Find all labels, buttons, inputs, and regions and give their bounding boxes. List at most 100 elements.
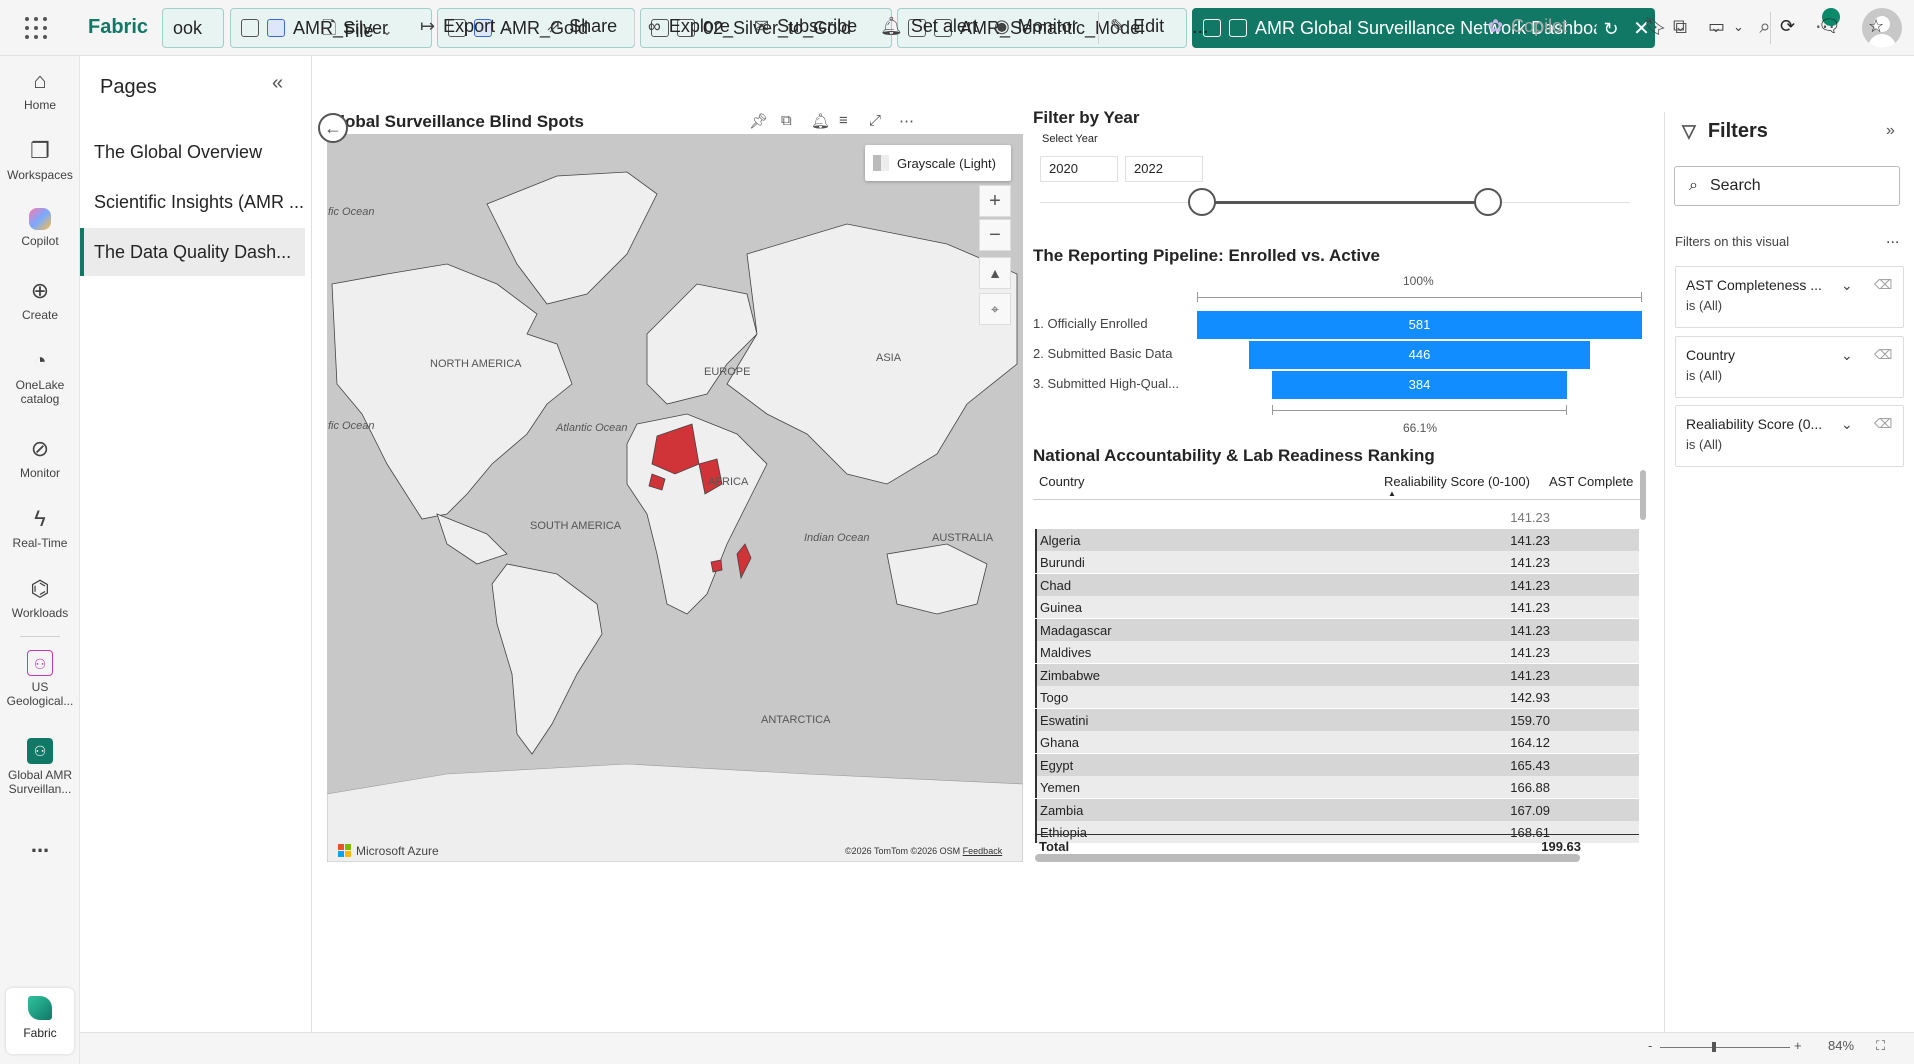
monitor-button[interactable]: ◉ Monitor <box>994 16 1078 37</box>
rail-workspaces[interactable]: ❐ Workspaces <box>0 138 80 182</box>
view-button[interactable]: ▭ ⌄ <box>1708 16 1744 37</box>
column-header-score[interactable]: Realiability Score (0-100) <box>1384 474 1530 489</box>
rail-create[interactable]: ⊕ Create <box>0 278 80 322</box>
tilt-button[interactable]: ▲ <box>979 257 1011 289</box>
rail-more[interactable]: ... <box>0 832 80 858</box>
copilot-button[interactable]: ✿ Copilot <box>1488 16 1567 37</box>
comment-icon[interactable]: 🗨︎ <box>1818 16 1841 37</box>
filters-more-icon[interactable]: ... <box>1886 230 1899 248</box>
rail-onelake[interactable]: ◔ OneLake catalog <box>0 348 80 406</box>
funnel-bar[interactable]: 384 <box>1272 371 1567 399</box>
edit-label: Edit <box>1133 16 1165 36</box>
table-row[interactable]: Zimbabwe 141.23 <box>1035 663 1639 686</box>
horizontal-scrollbar[interactable] <box>1035 854 1580 862</box>
tab-dashboard[interactable]: AMR Global Surveillance Network Dashboar… <box>1192 8 1655 48</box>
funnel-bar[interactable]: 446 <box>1248 341 1591 369</box>
table-row[interactable]: Egypt 165.43 <box>1035 753 1639 776</box>
zoom-out-icon[interactable]: - <box>1648 1038 1652 1053</box>
map-canvas[interactable] <box>327 134 1023 862</box>
search-icon[interactable]: ⌕ <box>1752 14 1778 40</box>
chevron-down-icon[interactable]: ⌄ <box>1841 347 1853 364</box>
table-row[interactable]: Togo 142.93 <box>1035 686 1639 708</box>
fabric-brand[interactable]: Fabric <box>88 16 148 39</box>
rail-workloads[interactable]: ⌬ Workloads <box>0 576 80 620</box>
table-row[interactable]: 141.23 <box>1035 506 1639 528</box>
table-row[interactable]: Maldives 141.23 <box>1035 641 1639 663</box>
filter-card-country[interactable]: Country is (All) ⌄ ⌫ <box>1675 336 1904 398</box>
app-launcher-icon[interactable] <box>24 16 48 40</box>
zoom-slider[interactable] <box>1660 1047 1790 1048</box>
chevron-down-icon[interactable]: ⌄ <box>1841 416 1853 433</box>
table-row[interactable]: Ghana 164.12 <box>1035 731 1639 753</box>
fabric-switcher-button[interactable]: Fabric <box>6 988 74 1054</box>
cell-score: 141.23 <box>1510 645 1550 660</box>
feedback-link[interactable]: Feedback <box>963 846 1003 856</box>
favorite-star-icon[interactable]: ☆ <box>1868 16 1884 37</box>
rail-home[interactable]: ⌂ Home <box>0 68 80 112</box>
slider-track[interactable] <box>1202 201 1488 204</box>
year-to-input[interactable]: 2022 <box>1125 156 1203 182</box>
clear-filter-icon[interactable]: ⌫ <box>1874 347 1892 363</box>
rail-monitor[interactable]: ⊘ Monitor <box>0 436 80 480</box>
clear-filter-icon[interactable]: ⌫ <box>1874 277 1892 293</box>
table-row[interactable]: Madagascar 141.23 <box>1035 618 1639 641</box>
collapse-filters-icon[interactable]: » <box>1886 122 1895 140</box>
filter-card-ast[interactable]: AST Completeness ... is (All) ⌄ ⌫ <box>1675 266 1904 328</box>
zoom-slider-handle[interactable] <box>1712 1042 1716 1052</box>
focus-mode-icon[interactable]: ⤢ <box>869 112 881 129</box>
chevron-down-icon[interactable]: ⌄ <box>1841 277 1853 294</box>
collapse-pages-icon[interactable]: « <box>272 72 283 95</box>
column-header-country[interactable]: Country <box>1039 474 1085 489</box>
copilot-label: Copilot <box>1511 16 1568 36</box>
share-button[interactable]: ⇗ Share <box>546 16 617 37</box>
clear-filter-icon[interactable]: ⌫ <box>1874 416 1892 432</box>
table-row[interactable]: Chad 141.23 <box>1035 573 1639 596</box>
reset-icon[interactable]: ⟳ <box>1780 16 1795 37</box>
funnel-bar[interactable]: 581 <box>1197 311 1642 339</box>
back-arrow-icon[interactable]: ← <box>318 113 348 143</box>
rail-us-geological[interactable]: ⚇ US Geological... <box>0 650 80 708</box>
fit-to-page-icon[interactable]: ⛶ <box>1876 1038 1885 1054</box>
zoom-out-button[interactable]: − <box>979 219 1011 251</box>
explore-button[interactable]: ∞ Explore <box>648 16 730 37</box>
filter-card-score[interactable]: Realiability Score (0... is (All) ⌄ ⌫ <box>1675 405 1904 467</box>
more-options-button[interactable]: ... <box>1192 16 1209 39</box>
export-menu[interactable]: ↦ Export ⌄ <box>420 16 514 37</box>
rail-realtime[interactable]: ϟ Real-Time <box>0 506 80 550</box>
edit-button[interactable]: ✎ Edit <box>1110 16 1164 37</box>
year-from-input[interactable]: 2020 <box>1040 156 1118 182</box>
table-row[interactable]: Burundi 141.23 <box>1035 551 1639 573</box>
slider-start-handle[interactable] <box>1188 188 1216 216</box>
visual-more-icon[interactable]: ⋯ <box>899 112 914 130</box>
zoom-in-button[interactable]: + <box>979 185 1011 217</box>
pin-visual-icon[interactable]: 📌︎ <box>749 112 768 130</box>
table-row[interactable]: Zambia 167.09 <box>1035 798 1639 821</box>
tab-notebook[interactable]: ook <box>162 8 224 48</box>
compass-button[interactable]: ⌖ <box>979 293 1011 325</box>
alert-visual-icon[interactable]: 🔔︎ <box>811 112 830 130</box>
map-style-picker[interactable]: Grayscale (Light) <box>865 145 1011 181</box>
page-item-data-quality[interactable]: The Data Quality Dash... <box>80 228 305 276</box>
refresh-visual-icon[interactable]: ↻ <box>1596 14 1626 44</box>
bookmark-button[interactable]: 🔖︎ ⌄ <box>1644 16 1686 37</box>
rail-global-amr[interactable]: ⚇ Global AMR Surveillan... <box>0 738 80 796</box>
filter-visual-icon[interactable]: ≡ <box>839 112 848 129</box>
file-menu[interactable]: 🗋 File ⌄ <box>322 16 392 46</box>
filters-search-input[interactable]: ⌕ Search <box>1674 166 1900 206</box>
page-item-global-overview[interactable]: The Global Overview <box>80 128 305 176</box>
table-row[interactable]: Guinea 141.23 <box>1035 596 1639 618</box>
page-item-scientific-insights[interactable]: Scientific Insights (AMR ... <box>80 178 305 226</box>
slider-end-handle[interactable] <box>1474 188 1502 216</box>
column-header-ast[interactable]: AST Complete <box>1549 474 1633 489</box>
vertical-scrollbar[interactable] <box>1640 470 1646 520</box>
table-row[interactable]: Yemen 166.88 <box>1035 776 1639 798</box>
copy-visual-icon[interactable]: ⧉ <box>781 112 792 129</box>
table-row[interactable]: Eswatini 159.70 <box>1035 708 1639 731</box>
set-alert-button[interactable]: 🔔︎ Set alert <box>880 16 978 37</box>
table-row[interactable]: Algeria 141.23 <box>1035 528 1639 551</box>
map-visual[interactable]: Global Surveillance Blind Spots 📌︎ ⧉ 🔔︎ … <box>327 112 1023 862</box>
zoom-in-icon[interactable]: + <box>1794 1038 1802 1053</box>
subscribe-button[interactable]: ✉ Subscribe <box>754 16 857 37</box>
monitor-icon: ◉ <box>994 16 1010 36</box>
rail-copilot[interactable]: Copilot <box>0 208 80 248</box>
